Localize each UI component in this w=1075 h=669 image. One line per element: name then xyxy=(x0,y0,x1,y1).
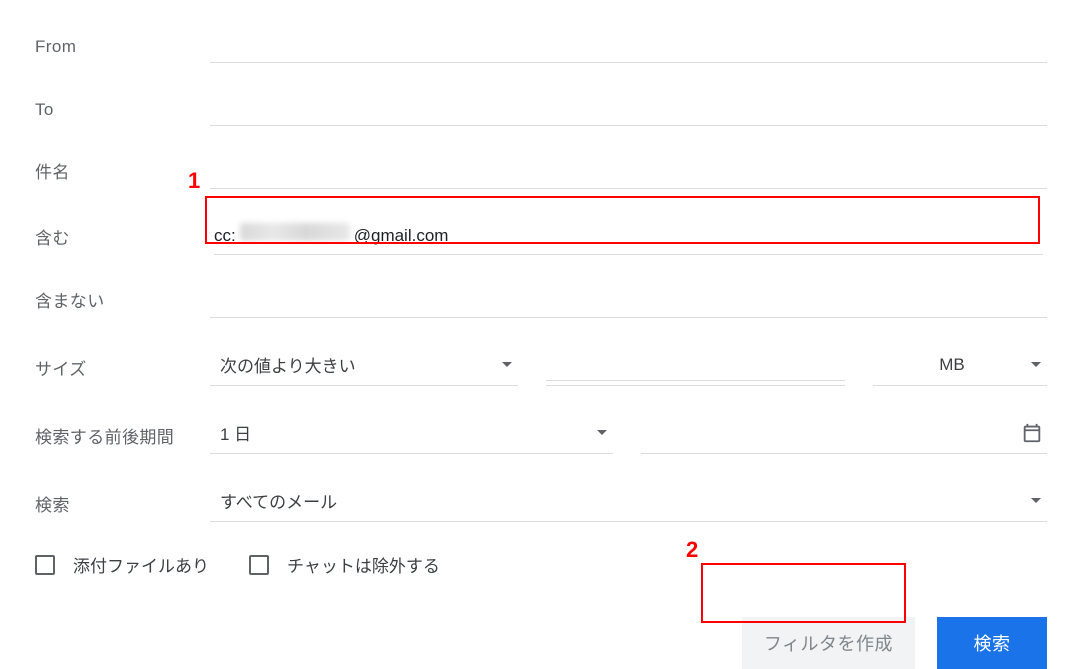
contains-value-suffix: @gmail.com xyxy=(354,226,449,246)
size-operator-value: 次の値より大きい xyxy=(220,352,356,377)
has-attachment-label: 添付ファイルあり xyxy=(73,552,209,577)
advanced-search-form: From To 件名 含む cc: @gmail.com 含まない xyxy=(0,0,1075,669)
not-contains-row: 含まない xyxy=(35,285,1047,318)
contains-value-prefix: cc: xyxy=(214,226,236,246)
search-in-row: 検索 すべてのメール xyxy=(35,484,1047,522)
dropdown-caret-icon xyxy=(1031,362,1041,367)
checkbox-row: 添付ファイルあり チャットは除外する xyxy=(35,552,1047,577)
date-range-value: 1 日 xyxy=(220,420,251,445)
contains-field[interactable]: cc: @gmail.com xyxy=(210,219,1047,255)
search-in-value: すべてのメール xyxy=(220,488,337,513)
size-label: サイズ xyxy=(35,355,210,386)
subject-row: 件名 xyxy=(35,156,1047,189)
calendar-icon xyxy=(1021,422,1043,444)
dropdown-caret-icon xyxy=(502,362,512,367)
from-input[interactable] xyxy=(210,30,1047,63)
to-row: To xyxy=(35,93,1047,126)
size-operator-select[interactable]: 次の値より大きい xyxy=(210,348,518,386)
to-label: To xyxy=(35,100,210,126)
search-in-select[interactable]: すべてのメール xyxy=(210,484,1047,522)
size-unit-select[interactable]: MB xyxy=(873,348,1047,386)
annotation-2: 2 xyxy=(686,537,698,563)
contains-label: 含む xyxy=(35,224,210,255)
subject-input[interactable] xyxy=(210,156,1047,189)
create-filter-button[interactable]: フィルタを作成 xyxy=(742,617,915,669)
from-label: From xyxy=(35,37,210,63)
search-button[interactable]: 検索 xyxy=(937,617,1047,669)
from-row: From xyxy=(35,30,1047,63)
subject-label: 件名 xyxy=(35,158,210,189)
annotation-1: 1 xyxy=(188,168,200,194)
contains-value-redacted xyxy=(240,223,350,241)
date-range-label: 検索する前後期間 xyxy=(35,423,210,454)
date-picker-field[interactable] xyxy=(641,416,1048,454)
button-row: フィルタを作成 検索 xyxy=(35,617,1047,669)
exclude-chats-label: チャットは除外する xyxy=(287,552,440,577)
size-row: サイズ 次の値より大きい MB xyxy=(35,348,1047,386)
checkbox-box-icon xyxy=(35,555,55,575)
date-range-select[interactable]: 1 日 xyxy=(210,416,613,454)
size-value-input[interactable] xyxy=(546,348,844,381)
search-in-label: 検索 xyxy=(35,491,210,522)
dropdown-caret-icon xyxy=(1031,498,1041,503)
size-unit-value: MB xyxy=(883,355,1021,375)
not-contains-label: 含まない xyxy=(35,287,210,318)
checkbox-box-icon xyxy=(249,555,269,575)
exclude-chats-checkbox[interactable]: チャットは除外する xyxy=(249,552,440,577)
contains-row: 含む cc: @gmail.com xyxy=(35,219,1047,255)
date-range-row: 検索する前後期間 1 日 xyxy=(35,416,1047,454)
to-input[interactable] xyxy=(210,93,1047,126)
not-contains-input[interactable] xyxy=(210,285,1047,318)
dropdown-caret-icon xyxy=(597,430,607,435)
has-attachment-checkbox[interactable]: 添付ファイルあり xyxy=(35,552,209,577)
